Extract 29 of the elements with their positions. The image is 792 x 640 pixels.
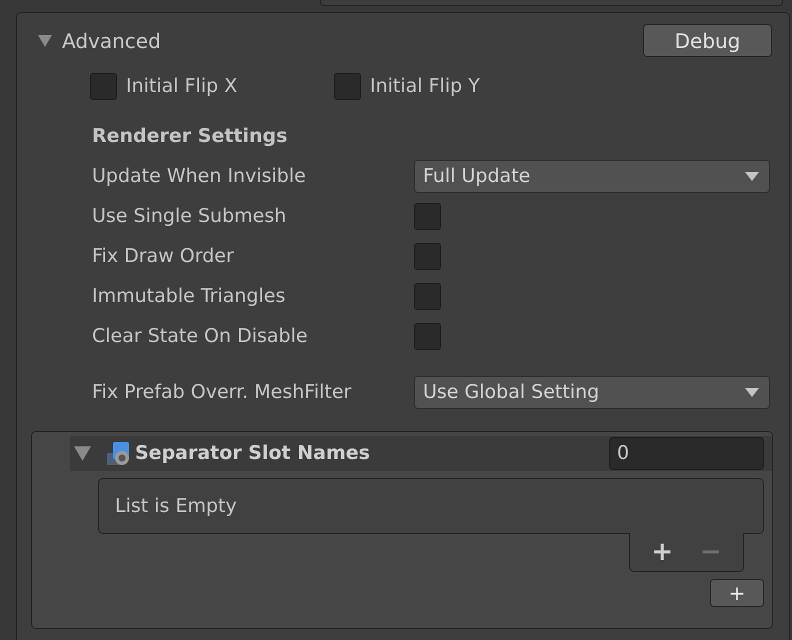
section-heading: Renderer Settings bbox=[92, 124, 288, 149]
checkbox[interactable] bbox=[414, 322, 441, 350]
field-label: Fix Prefab Overr. MeshFilter bbox=[92, 380, 352, 405]
field-label: Clear State On Disable bbox=[92, 324, 309, 349]
debug-button[interactable]: Debug bbox=[643, 24, 772, 57]
expand-triangle-icon[interactable] bbox=[38, 34, 52, 48]
dropdown[interactable]: Full Update bbox=[414, 160, 770, 192]
field-label: Fix Draw Order bbox=[92, 244, 235, 269]
list-title[interactable]: Separator Slot Names bbox=[135, 439, 370, 468]
count-field[interactable]: 0 bbox=[609, 437, 764, 470]
add-item-button[interactable]: + bbox=[647, 537, 678, 567]
checkbox[interactable] bbox=[334, 73, 361, 100]
checkbox-label: Initial Flip Y bbox=[370, 74, 480, 100]
expand-triangle-icon[interactable] bbox=[74, 445, 91, 462]
field-label: Update When Invisible bbox=[92, 164, 307, 189]
checkbox[interactable] bbox=[414, 282, 441, 310]
checkbox-label: Initial Flip X bbox=[126, 74, 238, 100]
dropdown-arrow-icon bbox=[745, 388, 759, 396]
empty-list-message: List is Empty bbox=[115, 494, 237, 519]
dropdown[interactable]: Use Global Setting bbox=[414, 376, 770, 408]
checkbox[interactable] bbox=[414, 202, 441, 230]
checkbox[interactable] bbox=[90, 73, 117, 100]
checkbox[interactable] bbox=[414, 242, 441, 270]
dropdown-arrow-icon bbox=[745, 172, 759, 180]
field-label: Use Single Submesh bbox=[92, 204, 288, 229]
asset-icon bbox=[105, 440, 131, 466]
field-label: Immutable Triangles bbox=[92, 284, 286, 309]
foldout-label[interactable]: Advanced bbox=[62, 26, 161, 56]
add-button[interactable]: + bbox=[710, 579, 764, 607]
